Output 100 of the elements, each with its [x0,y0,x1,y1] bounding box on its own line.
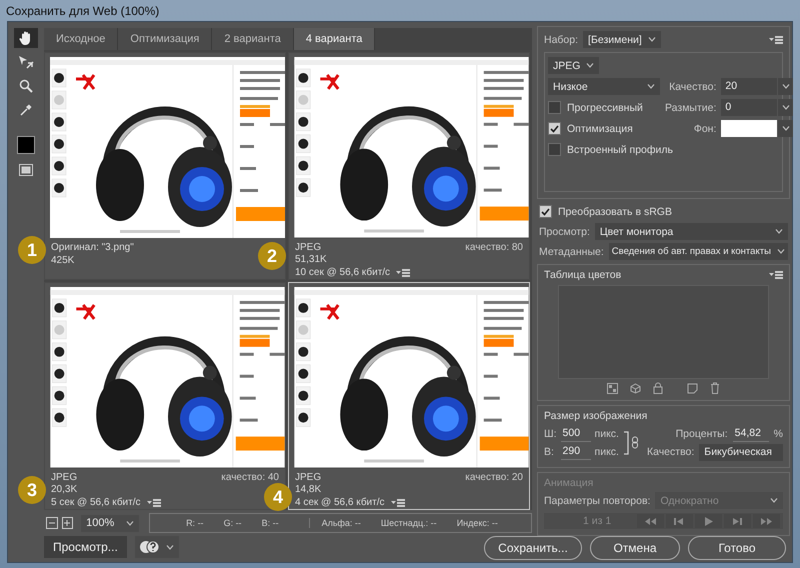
tab[interactable]: Оптимизация [118,28,212,50]
zoom-dropdown[interactable]: 100% [81,514,140,532]
preview-info: 20,3K [51,484,78,496]
chevron-down-icon [770,498,778,503]
preview-dropdown[interactable]: Цвет монитора [594,223,788,240]
color-readout: R: -- [186,518,204,528]
quality-label: качество: 40 [221,472,279,484]
dropdown-button[interactable] [778,120,794,137]
new-color-icon[interactable] [687,382,698,394]
checkbox[interactable] [548,101,561,114]
checkbox[interactable] [548,122,561,135]
blur-label: Размытие: [665,102,716,114]
chevron-down-icon [126,520,134,526]
percent-label: Проценты: [676,428,728,440]
percent-sign: % [774,428,783,440]
zoom-icon[interactable] [19,79,33,93]
save-button[interactable]: Сохранить... [484,536,582,560]
metadata-dropdown[interactable]: Сведения об авт. правах и контакты [608,243,788,260]
width-field[interactable]: 500 [560,426,591,442]
chevron-down-icon [648,37,656,42]
help-button[interactable] [134,536,179,558]
dropdown-button[interactable] [778,99,794,116]
checkbox-label: Оптимизация [567,122,633,134]
slices-toggle-icon[interactable] [19,164,33,176]
preview-info: 14,8K [295,484,322,496]
compression-dropdown[interactable]: Низкое [548,78,660,95]
preview-info: JPEG [295,242,322,254]
panel-menu-icon[interactable] [146,498,160,507]
chevron-down-icon [775,229,783,234]
percent-field[interactable]: 54,82 [732,426,769,442]
loop-label: Параметры повторов: [544,494,650,506]
color-readout: Альфа: -- [322,518,361,528]
rewind-icon [673,516,686,526]
preview-info: 51,31K [295,254,327,266]
color-readout: G: -- [224,518,242,528]
section-title: Размер изображения [544,410,648,422]
tab[interactable]: 2 варианта [212,28,294,50]
zoom-out-button[interactable] [46,517,58,529]
callout-badge: 1 [18,236,46,264]
panel-menu-icon[interactable] [390,498,404,507]
checkbox-label: Прогрессивный [567,102,643,114]
chevron-down-icon [647,84,655,89]
chevron-down-icon [777,249,785,254]
preview-button[interactable]: Просмотр... [44,536,127,558]
chevron-down-icon [166,544,174,550]
cancel-button[interactable]: Отмена [590,536,680,560]
frame-counter: 1 из 1 [583,515,612,527]
forward-icon [731,516,744,526]
quality-label: качество: 80 [465,242,523,254]
chevron-down-icon [586,63,594,68]
panel-menu-icon[interactable] [769,271,783,279]
done-button[interactable]: Готово [688,536,786,560]
panel-menu-icon[interactable] [396,268,410,277]
cube-icon[interactable] [630,382,641,394]
preview-info: 425K [51,254,74,267]
quality-label: качество: 20 [465,472,523,484]
preset-dropdown[interactable]: [Безимени] [583,31,661,48]
checkbox-label: Встроенный профиль [567,144,673,156]
quality-field[interactable]: 20 [721,78,778,95]
tab[interactable]: Исходное [44,28,118,50]
chevron-down-icon [782,126,790,131]
panel-menu-icon[interactable] [769,36,783,44]
callout-badge: 3 [18,476,46,504]
zoom-in-button[interactable] [62,517,74,529]
blur-field[interactable]: 0 [721,99,778,116]
format-dropdown[interactable]: JPEG [548,57,600,74]
lock-icon[interactable] [653,382,663,394]
minus-icon [48,520,55,526]
checkbox[interactable] [539,205,552,218]
slice-select-icon[interactable] [18,55,34,69]
preset-label: Набор: [544,34,578,46]
color-readout: Индекс: -- [456,518,498,528]
eyedropper-icon[interactable] [19,103,33,117]
forward-icon [760,516,773,526]
resample-dropdown[interactable]: Бикубическая [699,444,783,460]
color-readout: Шестнадц.: -- [380,518,437,528]
preview-info: JPEG [51,472,78,484]
metadata-label: Метаданные: [539,246,604,258]
color-swatch-icon[interactable] [17,136,35,154]
matte-color-swatch[interactable] [721,120,778,137]
unit-label: пикс. [594,446,619,458]
preview-pane[interactable]: JPEG 51,31K 10 сек @ 56,6 кбит/с качество: 80 [288,52,530,280]
play-icon [702,516,715,526]
plus-icon [64,520,70,526]
dropdown-button[interactable] [778,78,794,95]
height-field[interactable]: 290 [560,444,591,460]
chevron-down-icon [782,105,790,110]
matte-label: Фон: [692,122,716,134]
preview-label: Просмотр: [539,226,590,238]
preview-pane[interactable]: JPEG 14,8K 4 сек @ 56,6 кбит/с качество: 20 [288,282,530,510]
globe-help-icon [140,540,160,554]
web-snap-icon[interactable] [607,382,618,394]
preview-info: Оригинал: "3.png" [51,242,134,254]
trash-icon[interactable] [710,382,720,394]
resample-label: Качество: [646,446,694,458]
preview-info: 10 сек @ 56,6 кбит/с [295,266,390,279]
preview-info: JPEG [295,472,322,484]
section-title: Таблица цветов [544,269,622,281]
tab[interactable]: 4 варианта [294,28,376,50]
checkbox[interactable] [548,143,561,156]
